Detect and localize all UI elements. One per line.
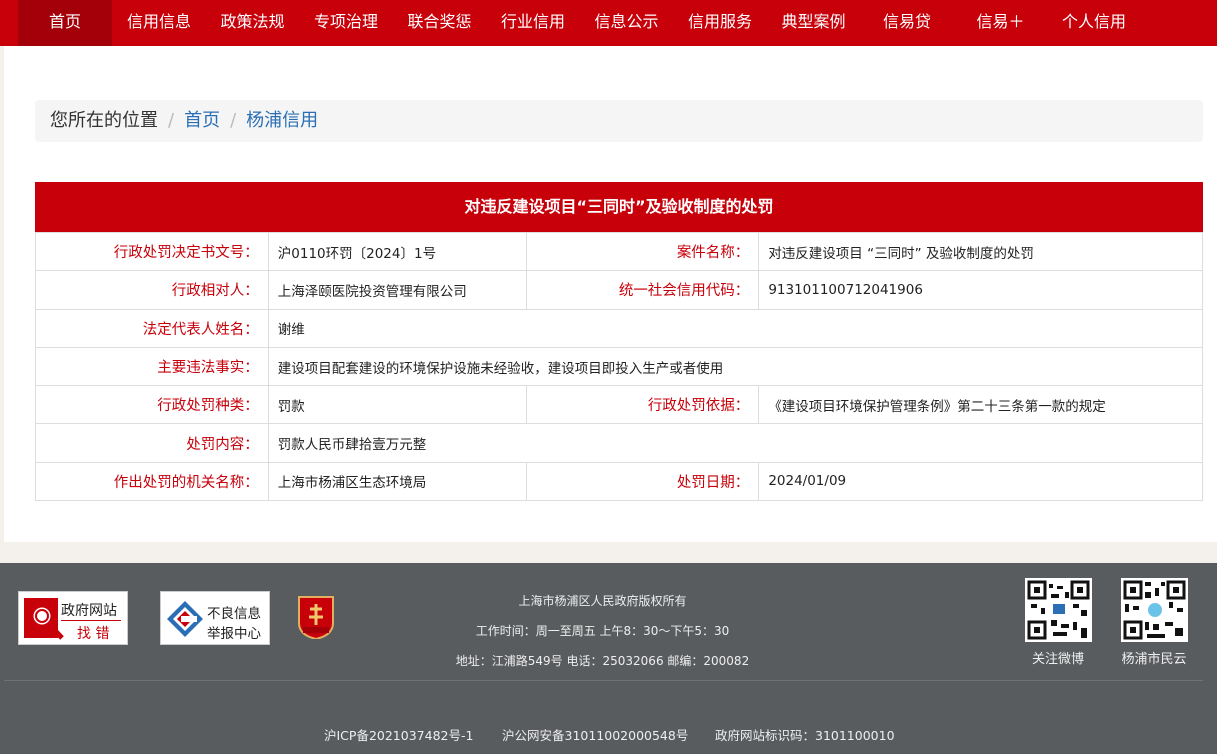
nav-item-services[interactable]: 信用服务 — [673, 0, 767, 46]
breadcrumb-home-link[interactable]: 首页 — [184, 110, 220, 131]
party-label: 行政相对人： — [35, 270, 269, 310]
case-name-label: 案件名称： — [525, 231, 760, 272]
badge2-line2: 举报中心 — [207, 626, 261, 642]
copyright-text: 上海市杨浦区人民政府版权所有 — [518, 594, 687, 608]
nav-item-loan[interactable]: 信易贷 — [860, 0, 954, 46]
nav-item-personal[interactable]: 个人信用 — [1047, 0, 1141, 46]
badge1-line1: 政府网站 — [61, 603, 117, 619]
qr-code-icon — [1123, 580, 1186, 640]
gov-site-error-report-badge[interactable]: 政府网站 找 错 — [18, 591, 128, 645]
legal-rep-value: 谢维 — [267, 308, 1204, 348]
penalty-content-label: 处罚内容： — [35, 423, 269, 463]
badge1-divider — [61, 620, 121, 621]
penalty-detail-table: 行政处罚决定书文号： 沪0110环罚〔2024〕1号 案件名称： 对违反建设项目… — [35, 231, 1204, 502]
case-name-value: 对违反建设项目 “三同时” 及验收制度的处罚 — [758, 231, 1203, 272]
footer-divider — [4, 680, 1203, 681]
table-row: 主要违法事实： 建设项目配套建设的环境保护设施未经验收，建设项目即投入生产或者使… — [35, 346, 1204, 387]
table-row: 法定代表人姓名： 谢维 — [35, 308, 1204, 348]
penalty-type-label: 行政处罚种类： — [35, 385, 269, 425]
breadcrumb-current-link[interactable]: 杨浦信用 — [246, 110, 318, 131]
nav-item-industry[interactable]: 行业信用 — [486, 0, 580, 46]
party-value: 上海泽颐医院投资管理有限公司 — [267, 270, 527, 310]
authority-value: 上海市杨浦区生态环境局 — [267, 461, 527, 502]
date-value: 2024/01/09 — [758, 461, 1203, 502]
penalty-type-value: 罚款 — [267, 385, 527, 425]
magnifier-icon — [24, 598, 64, 640]
table-row: 行政相对人： 上海泽颐医院投资管理有限公司 统一社会信用代码： 91310110… — [35, 270, 1203, 310]
nav-item-disclosure[interactable]: 信息公示 — [580, 0, 673, 46]
table-row: 行政处罚决定书文号： 沪0110环罚〔2024〕1号 案件名称： 对违反建设项目… — [35, 231, 1203, 272]
breadcrumb: 您所在的位置 / 首页 / 杨浦信用 — [35, 100, 1203, 142]
credit-code-value: 913101100712041906 — [758, 270, 1203, 310]
bad-info-report-badge[interactable]: 不良信息 举报中心 — [160, 591, 270, 645]
doc-no-value: 沪0110环罚〔2024〕1号 — [267, 231, 527, 272]
doc-no-label: 行政处罚决定书文号： — [35, 231, 269, 272]
breadcrumb-separator: / — [230, 110, 237, 131]
breadcrumb-prefix: 您所在的位置 — [50, 110, 158, 131]
icp-link[interactable]: 沪ICP备2021037482号-1 — [324, 725, 473, 744]
authority-label: 作出处罚的机关名称： — [35, 461, 269, 502]
penalty-basis-value: 《建设项目环境保护管理条例》第二十三条第一款的规定 — [758, 385, 1203, 425]
penalty-content-value: 罚款人民币肆拾壹万元整 — [267, 423, 1204, 463]
citizen-cloud-qr-code — [1121, 578, 1188, 642]
badge2-line1: 不良信息 — [207, 606, 261, 622]
nav-item-credit-info[interactable]: 信用信息 — [112, 0, 206, 46]
gov-emblem-icon[interactable] — [297, 595, 335, 639]
nav-item-cases[interactable]: 典型案例 — [767, 0, 860, 46]
weibo-qr-code — [1025, 578, 1092, 642]
report-center-icon — [167, 601, 203, 637]
site-id-text: 政府网站标识码：3101100010 — [715, 728, 895, 743]
table-row: 行政处罚种类： 罚款 行政处罚依据： 《建设项目环境保护管理条例》第二十三条第一… — [35, 385, 1203, 425]
facts-value: 建设项目配套建设的环境保护设施未经验收，建设项目即投入生产或者使用 — [267, 346, 1204, 387]
legal-rep-label: 法定代表人姓名： — [35, 308, 269, 348]
weibo-qr-caption: 关注微博 — [1031, 652, 1084, 667]
penalty-title: 对违反建设项目“三同时”及验收制度的处罚 — [35, 182, 1203, 232]
nav-item-xinyi-plus[interactable]: 信易＋ — [954, 0, 1047, 46]
footer: 政府网站 找 错 不良信息 举报中心 上海市杨浦区人民政府版权所有 工作时间：周… — [0, 563, 1217, 754]
penalty-basis-label: 行政处罚依据： — [525, 385, 760, 425]
breadcrumb-separator: / — [168, 110, 175, 131]
nav-item-policy[interactable]: 政策法规 — [206, 0, 299, 46]
table-row: 处罚内容： 罚款人民币肆拾壹万元整 — [35, 423, 1204, 463]
work-hours-text: 工作时间：周一至周五 上午8：30～下午5：30 — [475, 624, 730, 638]
nav-item-rewards[interactable]: 联合奖惩 — [393, 0, 486, 46]
badge1-line2: 找 错 — [77, 626, 110, 642]
police-record-link[interactable]: 沪公网安备31011002000548号 — [502, 725, 688, 744]
address-text: 地址：江浦路549号 电话：25032066 邮编：200082 — [455, 654, 750, 668]
qr-code-icon — [1027, 580, 1090, 640]
credit-code-label: 统一社会信用代码： — [525, 270, 760, 310]
date-label: 处罚日期： — [525, 461, 760, 502]
nav-item-home[interactable]: 首页 — [18, 0, 112, 46]
table-row: 作出处罚的机关名称： 上海市杨浦区生态环境局 处罚日期： 2024/01/09 — [35, 461, 1203, 502]
citizen-cloud-qr-caption: 杨浦市民云 — [1121, 652, 1187, 667]
facts-label: 主要违法事实： — [35, 346, 269, 387]
top-nav: 首页 信用信息 政策法规 专项治理 联合奖惩 行业信用 信息公示 信用服务 典型… — [0, 0, 1217, 46]
nav-item-governance[interactable]: 专项治理 — [299, 0, 393, 46]
